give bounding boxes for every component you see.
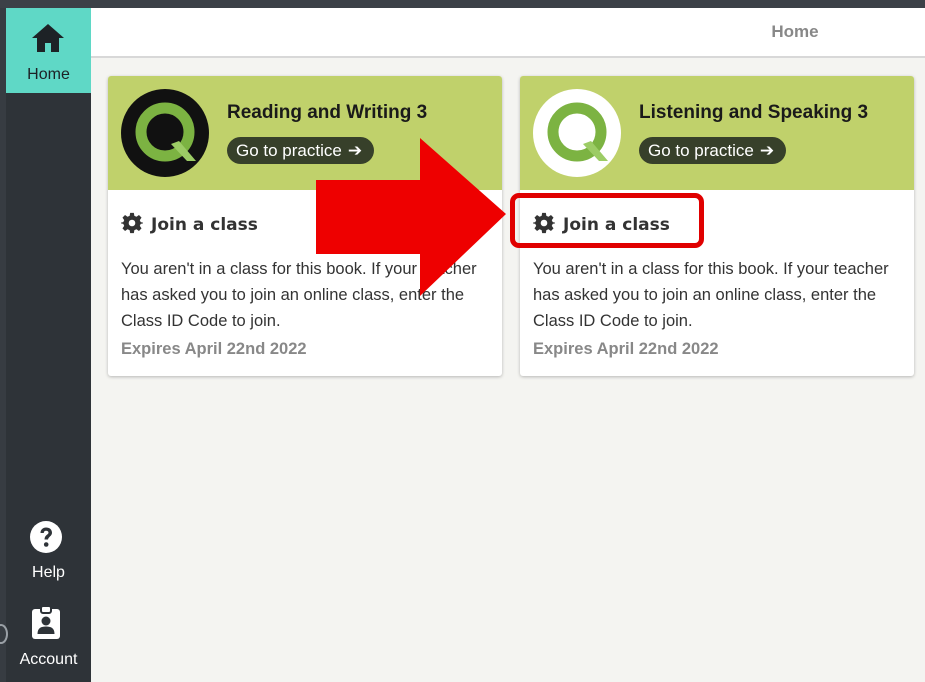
go-to-practice-button[interactable]: Go to practice ➔	[639, 137, 787, 164]
main-content: Home Reading and Writing 3 Go to practic…	[91, 8, 925, 682]
id-badge-icon	[32, 606, 60, 639]
sidebar: Home Help Account	[6, 8, 91, 682]
book-title: Reading and Writing 3	[227, 102, 428, 123]
book-title: Listening and Speaking 3	[639, 102, 869, 123]
home-icon	[32, 24, 64, 52]
annotation-highlight-box	[510, 193, 704, 248]
expiry-date: Expires April 22nd 2022	[533, 340, 719, 358]
sidebar-item-home[interactable]: Home	[6, 8, 91, 93]
page-title: Home	[771, 22, 819, 41]
top-bar: Home	[91, 8, 925, 58]
card-header: Listening and Speaking 3 Go to practice ➔	[520, 76, 914, 190]
sidebar-item-label: Help	[32, 564, 65, 581]
sidebar-item-account[interactable]: Account	[6, 606, 91, 676]
join-class-label: Join a class	[151, 215, 258, 235]
sidebar-item-label: Home	[27, 66, 70, 83]
gear-icon	[121, 212, 143, 234]
sidebar-item-help[interactable]: Help	[6, 520, 91, 590]
sidebar-item-label: Account	[19, 651, 78, 668]
book-logo-icon	[121, 89, 209, 177]
join-class-link[interactable]: Join a class	[121, 212, 258, 236]
annotation-arrow	[316, 138, 506, 296]
class-description: You aren't in a class for this book. If …	[533, 260, 889, 330]
practice-label: Go to practice	[648, 141, 754, 160]
arrow-right-icon: ➔	[759, 141, 775, 160]
book-logo-icon	[533, 89, 621, 177]
top-strip	[0, 0, 925, 8]
question-circle-icon	[30, 521, 62, 553]
expiry-date: Expires April 22nd 2022	[121, 340, 307, 358]
